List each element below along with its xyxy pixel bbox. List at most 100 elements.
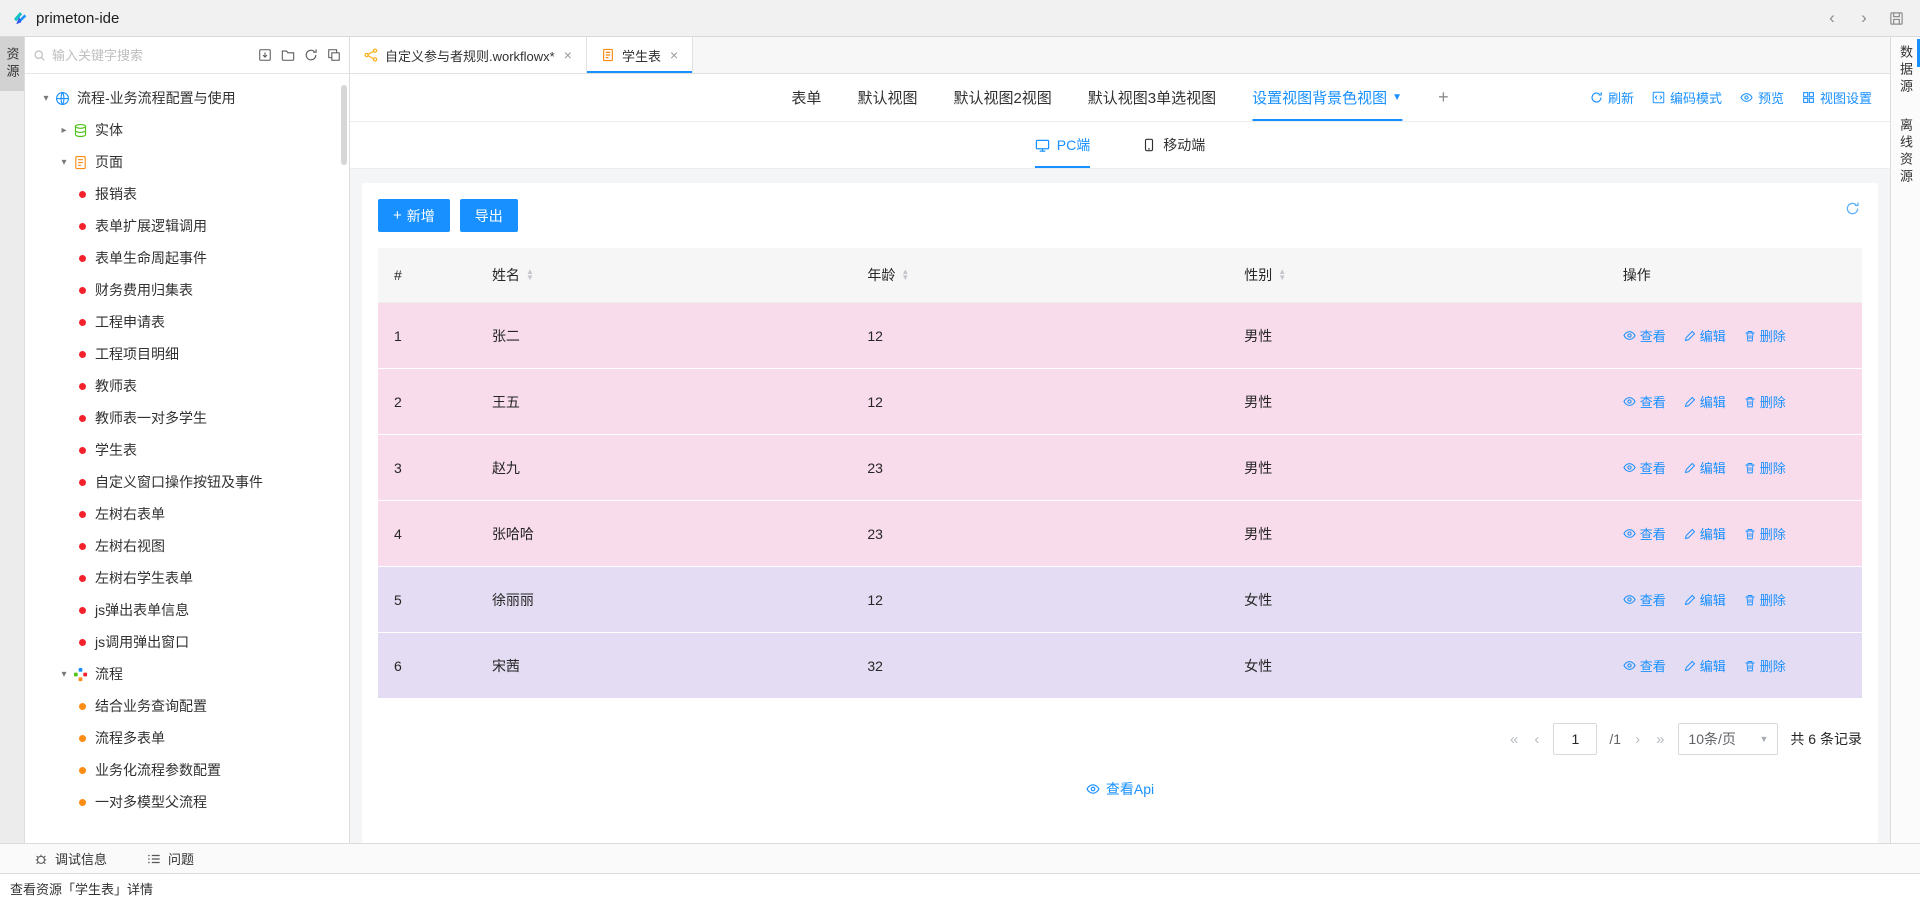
edit-row-button[interactable]: 编辑	[1684, 524, 1726, 543]
caret-right-icon[interactable]: ▸	[55, 125, 73, 136]
tree-leaf-page[interactable]: 自定义窗口操作按钮及事件	[25, 466, 349, 498]
tree-leaf-page[interactable]: 工程项目明细	[25, 338, 349, 370]
delete-row-button[interactable]: 删除	[1744, 458, 1786, 477]
delete-row-button[interactable]: 删除	[1744, 326, 1786, 345]
edit-row-button[interactable]: 编辑	[1684, 590, 1726, 609]
tree-leaf-page[interactable]: js弹出表单信息	[25, 594, 349, 626]
table-row: 3 赵九 23 男性 查看 编辑 删除	[378, 435, 1862, 501]
tree-leaf-flow[interactable]: 业务化流程参数配置	[25, 754, 349, 786]
save-icon[interactable]	[1884, 6, 1908, 30]
problems-button[interactable]: 问题	[147, 849, 194, 868]
tree-leaf-page[interactable]: 左树右表单	[25, 498, 349, 530]
tree-leaf-page[interactable]: 工程申请表	[25, 306, 349, 338]
prev-page-icon[interactable]: ‹	[1532, 731, 1541, 748]
tree-leaf-page[interactable]: 教师表	[25, 370, 349, 402]
view-tab-default3[interactable]: 默认视图3单选视图	[1088, 74, 1216, 121]
edit-row-button[interactable]: 编辑	[1684, 656, 1726, 675]
tree-leaf-page[interactable]: 财务费用归集表	[25, 274, 349, 306]
view-row-button[interactable]: 查看	[1623, 590, 1666, 609]
view-row-button[interactable]: 查看	[1623, 458, 1666, 477]
export-button[interactable]: 导出	[460, 199, 518, 232]
current-page-input[interactable]: 1	[1553, 723, 1597, 755]
tree-node-root[interactable]: ▾ 流程-业务流程配置与使用	[25, 82, 349, 114]
tree-leaf-label: 左树右视图	[95, 536, 165, 556]
sort-icon[interactable]: ▲▼	[901, 269, 909, 281]
view-tab-default2[interactable]: 默认视图2视图	[953, 74, 1051, 121]
tree-node-flows[interactable]: ▾ 流程	[25, 658, 349, 690]
view-settings-button[interactable]: 视图设置	[1802, 88, 1872, 107]
first-page-icon[interactable]: «	[1508, 731, 1520, 748]
cell-age: 12	[851, 328, 1228, 344]
preview-button[interactable]: 预览	[1740, 88, 1784, 107]
device-tab-pc[interactable]: PC端	[1035, 122, 1090, 168]
resources-panel-tab[interactable]: 资源	[0, 37, 24, 91]
tree-leaf-page[interactable]: js调用弹出窗口	[25, 626, 349, 658]
search-input[interactable]	[52, 48, 250, 63]
tree-leaf-page[interactable]: 教师表一对多学生	[25, 402, 349, 434]
tree-node-entity[interactable]: ▸ 实体	[25, 114, 349, 146]
tree-leaf-page[interactable]: 表单扩展逻辑调用	[25, 210, 349, 242]
cell-name: 宋茜	[476, 656, 851, 676]
tree-leaf-page[interactable]: 左树右学生表单	[25, 562, 349, 594]
sort-icon[interactable]: ▲▼	[1278, 269, 1286, 281]
process-app-icon	[55, 91, 70, 106]
delete-row-button[interactable]: 删除	[1744, 656, 1786, 675]
refresh-tree-icon[interactable]	[304, 48, 318, 62]
tree-leaf-flow[interactable]: 流程多表单	[25, 722, 349, 754]
sort-icon[interactable]: ▲▼	[526, 269, 534, 281]
tree-leaf-page[interactable]: 学生表	[25, 434, 349, 466]
file-tab-workflow[interactable]: 自定义参与者规则.workflowx* ×	[350, 37, 587, 73]
close-icon[interactable]: ×	[670, 47, 678, 63]
view-tab-background-color[interactable]: 设置视图背景色视图 ▼	[1252, 74, 1402, 121]
datasource-panel-tab[interactable]: 数据源	[1896, 45, 1915, 96]
caret-down-icon[interactable]: ▾	[55, 157, 73, 168]
delete-row-button[interactable]: 删除	[1744, 590, 1786, 609]
tree-leaf-page[interactable]: 表单生命周起事件	[25, 242, 349, 274]
debug-info-button[interactable]: 调试信息	[34, 849, 107, 868]
caret-down-icon[interactable]: ▾	[55, 669, 73, 680]
last-page-icon[interactable]: »	[1654, 731, 1666, 748]
add-record-button[interactable]: + 新增	[378, 199, 450, 232]
nav-back-icon[interactable]: ‹	[1820, 6, 1844, 30]
view-row-button[interactable]: 查看	[1623, 524, 1666, 543]
delete-row-button[interactable]: 删除	[1744, 524, 1786, 543]
refresh-table-icon[interactable]	[1845, 201, 1860, 216]
tree-leaf-page[interactable]: 左树右视图	[25, 530, 349, 562]
file-tab-bar: 自定义参与者规则.workflowx* × 学生表 ×	[350, 37, 1890, 74]
view-tab-default[interactable]: 默认视图	[857, 74, 917, 121]
view-row-button[interactable]: 查看	[1623, 326, 1666, 345]
tree-leaf-flow[interactable]: 结合业务查询配置	[25, 690, 349, 722]
sidebar-scrollbar[interactable]	[341, 85, 347, 165]
caret-down-icon[interactable]: ▼	[1392, 92, 1402, 103]
delete-row-button[interactable]: 删除	[1744, 392, 1786, 411]
page-bullet-icon	[79, 447, 86, 454]
nav-forward-icon[interactable]: ›	[1852, 6, 1876, 30]
view-action-links: 刷新 编码模式 预览 视图设置	[1590, 88, 1890, 107]
close-icon[interactable]: ×	[564, 47, 572, 63]
file-tab-student-table[interactable]: 学生表 ×	[587, 37, 693, 73]
edit-row-button[interactable]: 编辑	[1684, 392, 1726, 411]
view-tab-form[interactable]: 表单	[791, 74, 821, 121]
view-row-button[interactable]: 查看	[1623, 656, 1666, 675]
view-api-link[interactable]: 查看Api	[1086, 779, 1154, 799]
add-view-button[interactable]: +	[1438, 74, 1449, 121]
offline-resources-panel-tab[interactable]: 离线资源	[1896, 118, 1915, 186]
search-box[interactable]	[33, 48, 250, 63]
next-page-icon[interactable]: ›	[1633, 731, 1642, 748]
view-row-button[interactable]: 查看	[1623, 392, 1666, 411]
page-size-select[interactable]: 10条/页 ▼	[1678, 723, 1778, 755]
refresh-view-button[interactable]: 刷新	[1590, 88, 1634, 107]
tree-leaf-label: 一对多模型父流程	[95, 792, 207, 812]
edit-row-button[interactable]: 编辑	[1684, 326, 1726, 345]
tree-node-pages[interactable]: ▾ 页面	[25, 146, 349, 178]
collapse-all-icon[interactable]	[327, 48, 341, 62]
tree-leaf-flow[interactable]: 一对多模型父流程	[25, 786, 349, 818]
code-mode-button[interactable]: 编码模式	[1652, 88, 1722, 107]
tree-leaf-page[interactable]: 报销表	[25, 178, 349, 210]
import-resource-icon[interactable]	[258, 48, 272, 62]
edit-row-button[interactable]: 编辑	[1684, 458, 1726, 477]
folder-icon[interactable]	[281, 48, 295, 62]
device-tab-mobile[interactable]: 移动端	[1142, 122, 1205, 168]
cell-age: 23	[851, 526, 1228, 542]
caret-down-icon[interactable]: ▾	[37, 93, 55, 104]
